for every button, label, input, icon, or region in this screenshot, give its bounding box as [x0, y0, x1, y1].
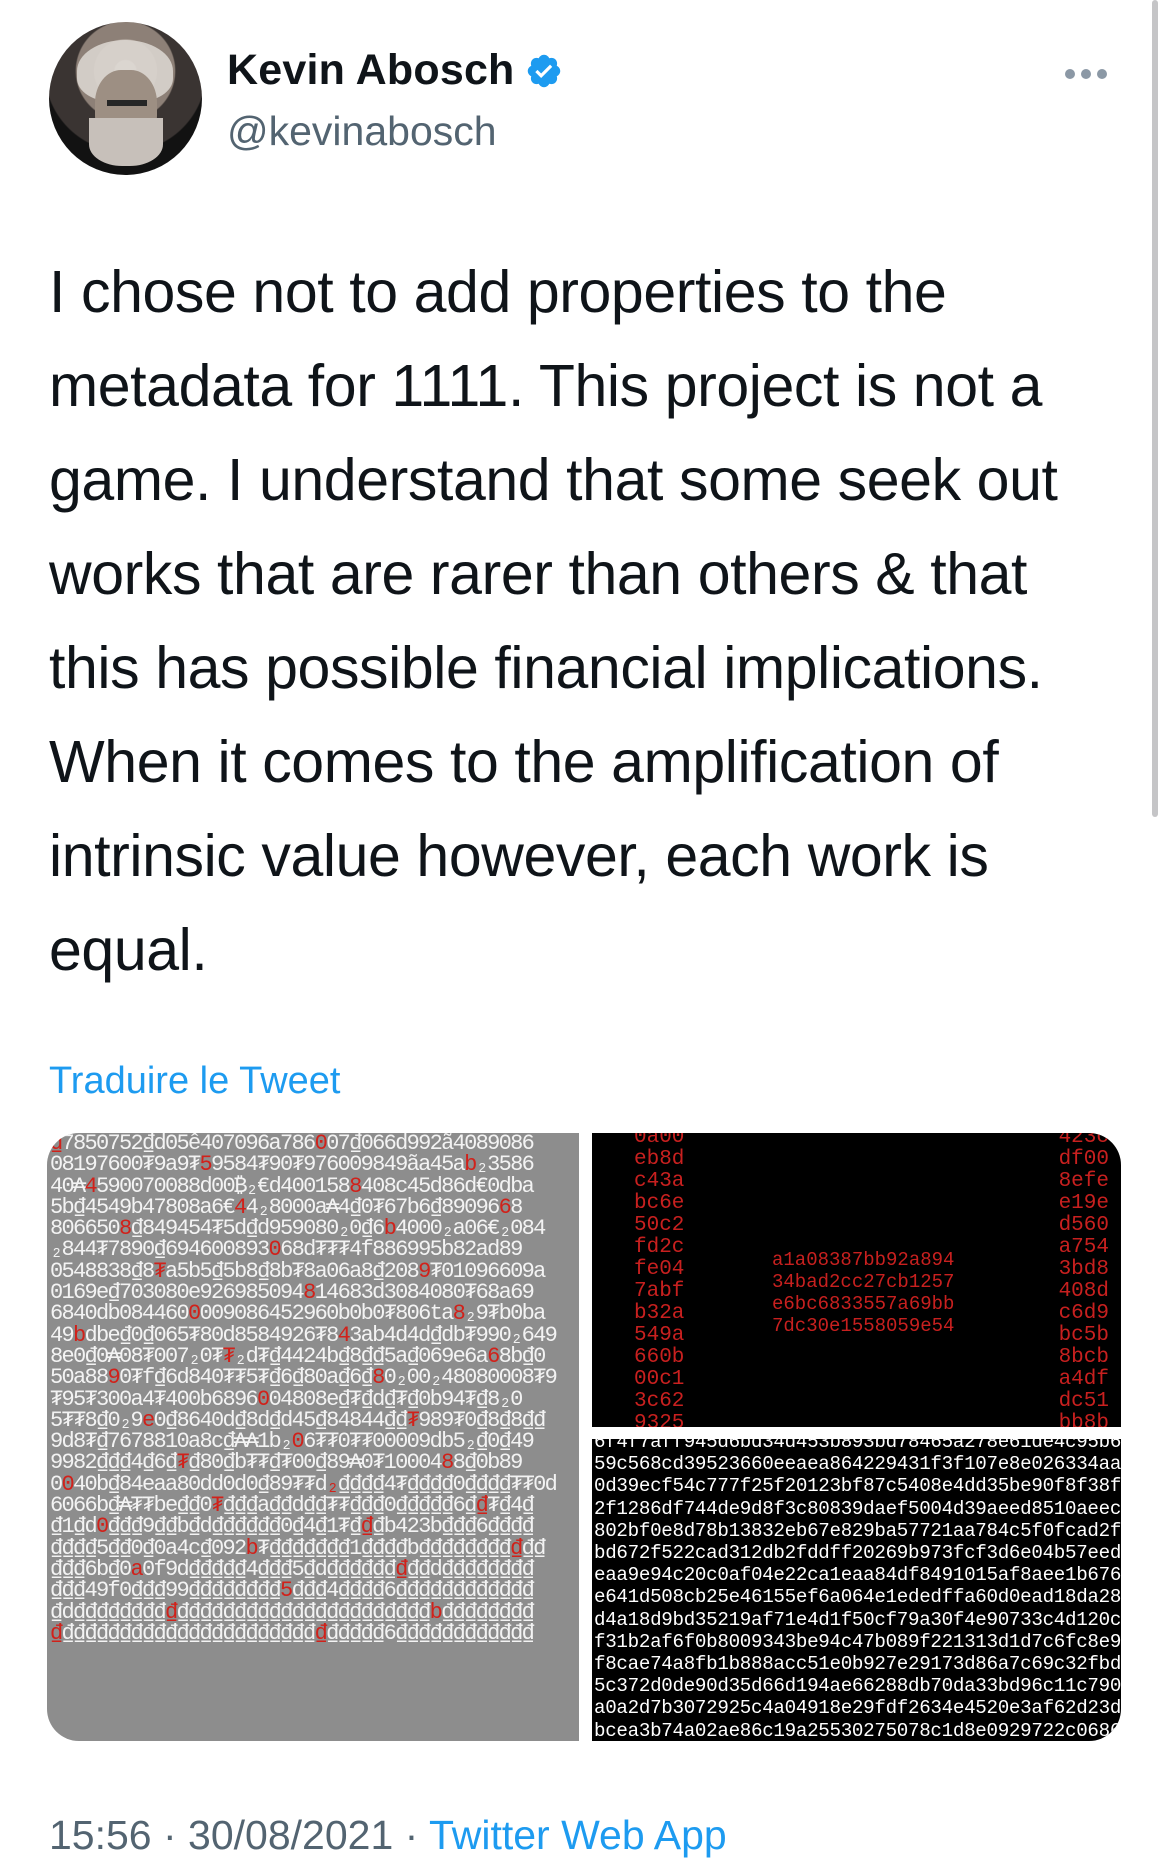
tweet-time[interactable]: 15:56 — [49, 1812, 152, 1858]
hash-art-line: d4a18d9bd35219af71e4d1f50cf79a30f4e90733… — [594, 1608, 1121, 1631]
hex-hash-center: a1a08387bb92a894 34bad2cc27cb1257 e6bc68… — [772, 1249, 955, 1337]
tweet-meta: 15:56 · 30/08/2021 · Twitter Web App — [49, 1812, 727, 1859]
media-image-1[interactable]: ₫7850752₫d05ê407096a786007₫066d992ã40890… — [47, 1133, 579, 1741]
hash-art-line: bd672f522cad312db2fddff20269b973fcf3d6e0… — [594, 1542, 1121, 1565]
hex-art-line: 6840db0844600009086452960b0b0₮806ta8₂9₮b… — [50, 1301, 546, 1327]
hex-art-line: ₮95₮300a4₮400b6896004808e₫₮₫d₫₮₫0b94₮₫8₂… — [50, 1386, 523, 1412]
tweet-date[interactable]: 30/08/2021 — [188, 1812, 393, 1858]
hash-art-line: bcea3b74a02ae86c19a25530275078c1d8e09297… — [594, 1719, 1121, 1741]
hex-art-line: 08197600₮9a9₮59584₮90₮976009849ãa45ab₂35… — [50, 1152, 535, 1178]
tweet-header: Kevin Abosch @kevinabosch — [49, 22, 1110, 182]
translate-tweet-link[interactable]: Traduire le Tweet — [49, 1060, 340, 1103]
avatar[interactable] — [49, 22, 202, 175]
meta-separator: · — [393, 1812, 429, 1858]
hex-art-line: ₫₫₫₫₫₫₫₫₫₫₫₫₫₫₫₫₫₫₫₫₫₫₫₫₫₫₫₫₫6₫₫₫₫₫₫₫₫₫₫… — [50, 1620, 535, 1646]
hash-art-line: a0a2d7b3072925c4a04918e29fdf2634e4520e3a… — [594, 1697, 1121, 1720]
media-image-3[interactable]: 6f4f7aff945d6bd34d453b893bd78465a278e61d… — [592, 1439, 1121, 1741]
hash-art-line: 2f1286df744de9d8f3c80839daef5004d39aeed8… — [594, 1497, 1121, 1520]
hash-art-line: e641d508cb25e46155ef6a064e1ededffa60d0ea… — [594, 1586, 1121, 1609]
hex-art-line: 5b₫4549b47808a6€44₂8000a₳4₫0₮67b6₫890966… — [50, 1194, 523, 1220]
hex-art-line: 9982₫₫₫4₫6₫₮₫80₫b₮₮₫₮00₫89₳0₮1000488₫0b8… — [50, 1450, 523, 1476]
more-options-icon[interactable] — [1062, 66, 1110, 82]
hash-art-line: 59c568cd39523660eeaea864229431f3f107e8e0… — [594, 1453, 1121, 1476]
hex-art-line: ₫1₫d0₫₫₫9₫₫b₫d₫₫₫₫₫₫0₫4₫1₮₫₫₫b423b₫₫₫6₫₫… — [50, 1514, 535, 1540]
hash-art-line: f8cae74a8fb1b888acc51e0b927e29173d86a7c6… — [594, 1653, 1121, 1676]
hex-art-line: ₫₫₫49f0₫₫₫99₫₫₫₫₫₫₫₫5₫₫₫4₫₫₫₫6₫₫₫₫₫₫₫₫₫₫… — [50, 1578, 535, 1604]
hex-column-left: 0a00 eb8d c43a bc6e 50c2 fd2c fe04 7abf … — [634, 1133, 685, 1427]
verified-badge-icon — [527, 54, 560, 87]
author-username[interactable]: @kevinabosch — [227, 108, 497, 155]
hex-art-line: 6066b₫₳₮₮be₫₫0₮₫₫₫a₫₫d₫₫₮₮₫₫₫0₫₫₫₫₫6₫₫₮₫… — [50, 1493, 535, 1519]
hash-art-line: 0d39ecf54c777f25f20123bf87c5408e4dd35be9… — [594, 1475, 1121, 1498]
hex-art-line: 0548838₫8₮a5b5₫5b8₫8b₮8a06a8₫2089₮010966… — [50, 1258, 546, 1284]
media-image-2[interactable]: 0a00 eb8d c43a bc6e 50c2 fd2c fe04 7abf … — [592, 1133, 1121, 1427]
hex-art-line: 40₳4590070088d00₿₂€d4001588408c45d86d€0d… — [50, 1173, 535, 1199]
hex-art-line: 8e0₫0₳08₮007₂0₮₮₂d₮₫4424b₫8₫₫5a₫069e6a68… — [50, 1343, 546, 1369]
tweet-text: I chose not to add properties to the met… — [49, 259, 1058, 983]
hash-art-line: 5c372d0de90d35d66d194ae66288db70da33bd96… — [594, 1675, 1121, 1698]
hex-art-line: 0169e₫703080e926985094814683d3084080₮68a… — [50, 1280, 535, 1306]
hex-art-line: 0040b₫84eaa80dd0d0₫89₮₮d₂₫₫₫₫4₮₫₫₫₫0₫₫₫₫… — [50, 1471, 558, 1497]
hash-art-line: 6f4f7aff945d6bd34d453b893bd78465a278e61d… — [594, 1439, 1121, 1453]
hash-art-line: f31b2af6f0b8009343be94c47b089f221313d1d7… — [594, 1630, 1121, 1653]
hex-art-line: ₫₫₫₫5₫₫0₫0a4c₫092b₮₫₫₫₫₫₫₫1₫₫₫₫b₫₫₫₫₫₫₫₫… — [50, 1535, 546, 1561]
hex-art-line: 8066508₫849454₮5d₫d959080₂0₫6b4000₂a06€₂… — [50, 1216, 546, 1242]
hex-art-line: 50a8890₮f₫6d840₮₮5₮₫6₫80a₫6₫80₂00₂480800… — [50, 1365, 558, 1391]
hex-art-line: ₫d₫₫₫₫₫₫₫₫₫₫₫₫₫₫₫₫₫₫₫₫₫₫₫₫₫₫₫₫₫₫₫b₫₫₫₫₫₫… — [50, 1599, 535, 1625]
hex-column-right: 423c df00 8efe e19e d560 a754 3bd8 408d … — [1058, 1133, 1109, 1427]
tweet-source-app[interactable]: Twitter Web App — [429, 1812, 727, 1858]
tweet-media-grid: ₫7850752₫d05ê407096a786007₫066d992ã40890… — [47, 1133, 1121, 1741]
page-scrollbar[interactable] — [1152, 0, 1158, 817]
hex-art-line: ₫7850752₫d05ê407096a786007₫066d992ã40890… — [50, 1133, 535, 1156]
author-name-row: Kevin Abosch — [227, 46, 563, 95]
author-display-name[interactable]: Kevin Abosch — [227, 46, 515, 95]
hex-art-line: ₫₫₫6b₫0a0f9d₫₫₫₫₫4₫₫₫5₫d₫₫₫₫₫₫₫₫₫d₫₫₫₫₫₫… — [50, 1556, 535, 1582]
hex-art-line: 49bdbe₫0₫065₮80d8584926₮843ab4d4d₫db₮990… — [50, 1322, 558, 1348]
hex-art-line: 5₮₮8₫0₂9e0₫8640d₫8d₫d45₫84844₫₫₮989₮0₫8₫… — [50, 1407, 546, 1433]
hash-art-line: eaa9e94c20c0af04e22ca1eaa84df8491015af8a… — [594, 1564, 1121, 1587]
hex-art-line: ₂844₮7890₫694600893068d₮₮₮4f886995b82ad8… — [50, 1237, 523, 1263]
meta-separator: · — [151, 1812, 189, 1858]
hash-art-line: 802bf0e8d78b13832eb67e829ba57721aa784c5f… — [594, 1519, 1121, 1542]
hex-art-line: 9d8₮₫7678810a8c₫₳₳1b₂06₮₮0₮₮00009db5₂₫0₫… — [50, 1429, 535, 1455]
